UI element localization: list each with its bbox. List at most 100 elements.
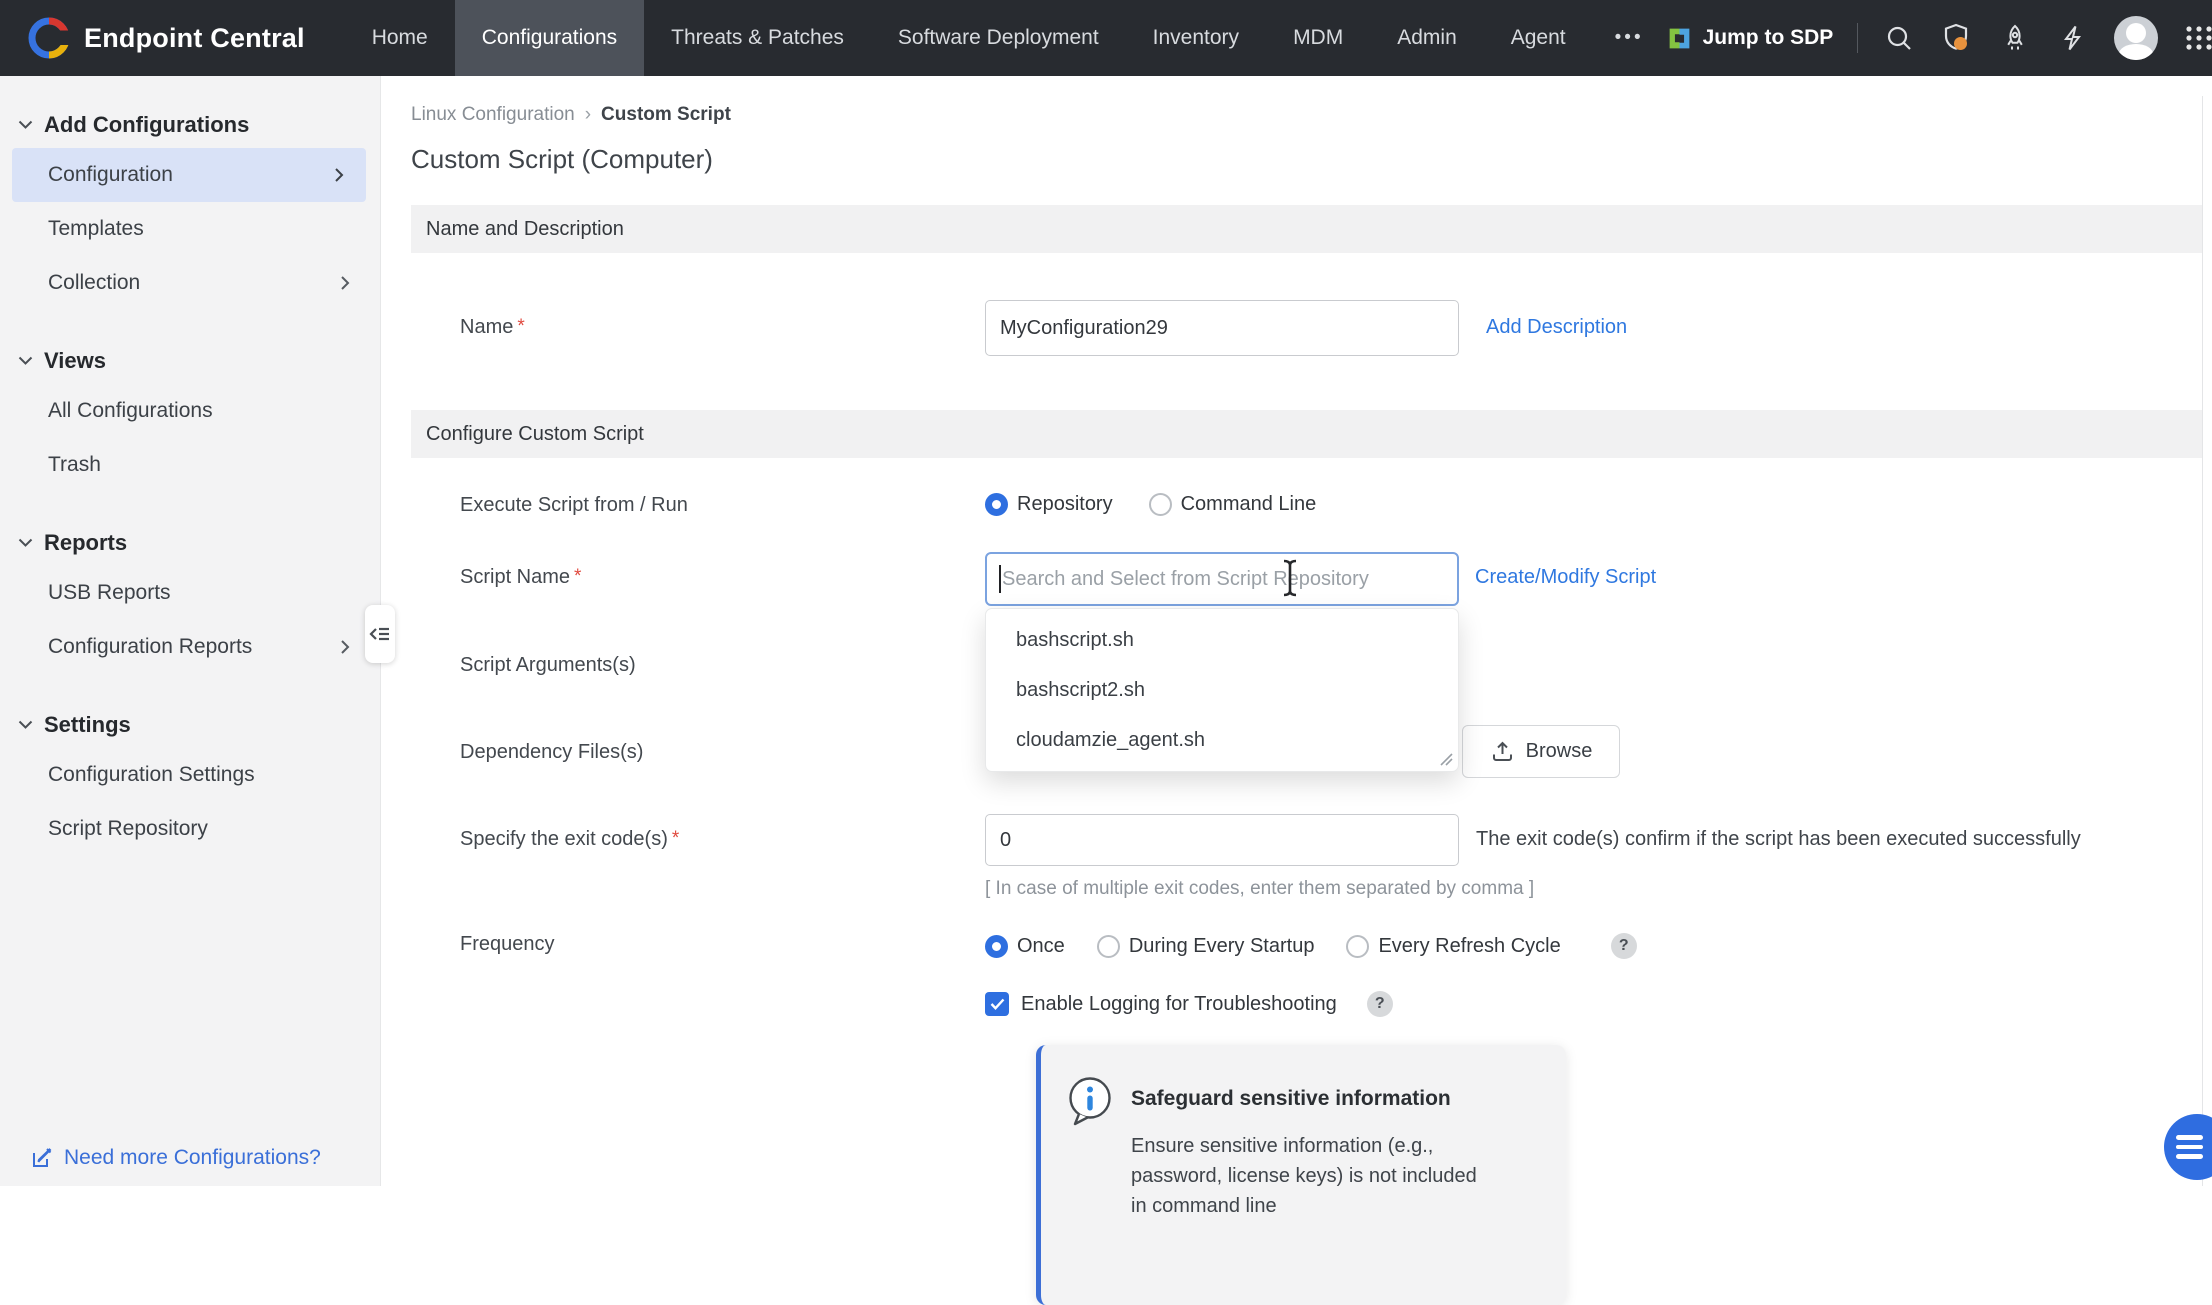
exit-code-label: Specify the exit code(s)* <box>460 828 679 851</box>
name-field[interactable] <box>985 300 1459 356</box>
sidebar-item-configuration[interactable]: Configuration <box>12 148 366 202</box>
ibeam-mouse-cursor <box>1279 558 1301 598</box>
sidebar-item-collection[interactable]: Collection <box>0 256 380 310</box>
quick-actions-bolt-icon[interactable] <box>2056 21 2090 55</box>
nav-tab-admin[interactable]: Admin <box>1370 0 1484 76</box>
enable-logging-row: Enable Logging for Troubleshooting ? <box>985 991 1393 1017</box>
info-card-title: Safeguard sensitive information <box>1131 1087 1493 1111</box>
enable-logging-label: Enable Logging for Troubleshooting <box>1021 993 1337 1016</box>
nav-tab-inventory[interactable]: Inventory <box>1126 0 1266 76</box>
radio-unselected-icon <box>1097 935 1120 958</box>
sidebar-item-configuration-settings[interactable]: Configuration Settings <box>0 748 380 802</box>
user-avatar[interactable] <box>2114 16 2158 60</box>
frequency-options: Once During Every Startup Every Refresh … <box>985 933 1637 959</box>
info-card-body: Ensure sensitive information (e.g., pass… <box>1131 1131 1493 1221</box>
apps-grid-icon[interactable] <box>2182 21 2212 55</box>
radio-repository[interactable]: Repository <box>985 493 1113 516</box>
chevron-right-icon <box>340 275 350 291</box>
main-content: Linux Configuration › Custom Script Cust… <box>381 76 2212 1186</box>
nav-tab-agent[interactable]: Agent <box>1484 0 1593 76</box>
top-navbar: Endpoint Central Home Configurations Thr… <box>0 0 2212 76</box>
required-mark: * <box>574 566 581 587</box>
frequency-label: Frequency <box>460 933 555 956</box>
add-description-link[interactable]: Add Description <box>1486 316 1627 339</box>
nav-tab-home[interactable]: Home <box>345 0 455 76</box>
page-title: Custom Script (Computer) <box>411 144 713 175</box>
sdp-icon <box>1666 25 1693 52</box>
exit-code-helper-text: The exit code(s) confirm if the script h… <box>1476 828 2081 851</box>
left-sidebar: Add Configurations Configuration Templat… <box>0 76 381 1186</box>
required-mark: * <box>672 828 679 849</box>
required-mark: * <box>517 316 524 337</box>
info-bubble-icon <box>1065 1075 1115 1281</box>
navbar-actions: Jump to SDP <box>1666 16 2212 60</box>
radio-unselected-icon <box>1149 493 1172 516</box>
sidebar-item-all-configurations[interactable]: All Configurations <box>0 384 380 438</box>
nav-tab-mdm[interactable]: MDM <box>1266 0 1370 76</box>
sidebar-group-reports[interactable]: Reports <box>0 520 380 566</box>
exit-code-hint-text: [ In case of multiple exit codes, enter … <box>985 878 1534 900</box>
brand[interactable]: Endpoint Central <box>28 17 305 59</box>
breadcrumb-linux-configuration[interactable]: Linux Configuration <box>411 104 575 126</box>
sidebar-item-trash[interactable]: Trash <box>0 438 380 492</box>
nav-tab-threats-patches[interactable]: Threats & Patches <box>644 0 871 76</box>
dropdown-option-cloudamzie-agent[interactable]: cloudamzie_agent.sh <box>986 715 1458 765</box>
exit-code-field[interactable] <box>985 814 1459 866</box>
sidebar-item-usb-reports[interactable]: USB Reports <box>0 566 380 620</box>
radio-once[interactable]: Once <box>985 935 1065 958</box>
frequency-help-icon[interactable]: ? <box>1611 933 1637 959</box>
script-arguments-label: Script Arguments(s) <box>460 654 636 677</box>
collapse-sidebar-icon <box>369 624 391 644</box>
sidebar-item-configuration-reports[interactable]: Configuration Reports <box>0 620 380 674</box>
chevron-down-icon <box>18 120 33 130</box>
enable-logging-checkbox[interactable] <box>985 992 1009 1016</box>
nav-more-menu[interactable]: ••• <box>1593 0 1666 76</box>
script-name-label: Script Name* <box>460 566 581 589</box>
section-configure-custom-script: Configure Custom Script <box>411 410 2202 458</box>
breadcrumb-separator: › <box>585 104 591 126</box>
whats-new-rocket-icon[interactable] <box>1998 21 2032 55</box>
radio-command-line[interactable]: Command Line <box>1149 493 1317 516</box>
edit-pencil-icon <box>30 1146 54 1170</box>
logging-help-icon[interactable]: ? <box>1367 991 1393 1017</box>
chevron-right-icon <box>334 167 344 183</box>
sidebar-item-templates[interactable]: Templates <box>0 202 380 256</box>
dropdown-resize-handle[interactable] <box>1439 752 1453 766</box>
name-label: Name* <box>460 316 525 339</box>
need-more-configurations-link[interactable]: Need more Configurations? <box>30 1146 321 1170</box>
sidebar-group-settings[interactable]: Settings <box>0 702 380 748</box>
radio-every-refresh-cycle[interactable]: Every Refresh Cycle <box>1346 935 1560 958</box>
radio-unselected-icon <box>1346 935 1369 958</box>
dropdown-option-bashscript[interactable]: bashscript.sh <box>986 615 1458 665</box>
breadcrumb: Linux Configuration › Custom Script <box>411 104 731 126</box>
text-caret <box>999 565 1001 593</box>
sidebar-collapse-handle[interactable] <box>365 605 395 663</box>
sidebar-group-add-configurations[interactable]: Add Configurations <box>0 102 380 148</box>
script-repository-dropdown: bashscript.sh bashscript2.sh cloudamzie_… <box>985 608 1459 772</box>
jump-to-sdp-button[interactable]: Jump to SDP <box>1666 25 1834 52</box>
nav-tab-software-deployment[interactable]: Software Deployment <box>871 0 1126 76</box>
nav-tab-configurations[interactable]: Configurations <box>455 0 644 76</box>
brand-title: Endpoint Central <box>84 23 305 54</box>
main-nav: Home Configurations Threats & Patches So… <box>345 0 1666 76</box>
script-name-search-input[interactable] <box>985 552 1459 606</box>
chevron-down-icon <box>18 356 33 366</box>
navbar-divider <box>1857 23 1858 53</box>
radio-selected-icon <box>985 493 1008 516</box>
chevron-down-icon <box>18 720 33 730</box>
browse-button[interactable]: Browse <box>1462 725 1620 778</box>
checkmark-icon <box>990 998 1005 1010</box>
section-name-and-description: Name and Description <box>411 205 2202 253</box>
sidebar-item-script-repository[interactable]: Script Repository <box>0 802 380 856</box>
safeguard-info-card: Safeguard sensitive information Ensure s… <box>1036 1045 1566 1305</box>
create-modify-script-link[interactable]: Create/Modify Script <box>1475 566 1656 589</box>
security-shield-icon[interactable] <box>1940 21 1974 55</box>
sidebar-group-views[interactable]: Views <box>0 338 380 384</box>
radio-during-every-startup[interactable]: During Every Startup <box>1097 935 1315 958</box>
upload-icon <box>1490 739 1515 764</box>
breadcrumb-custom-script: Custom Script <box>601 104 731 126</box>
info-card-content: Safeguard sensitive information Ensure s… <box>1131 1075 1493 1281</box>
sdp-label: Jump to SDP <box>1703 26 1834 50</box>
search-icon[interactable] <box>1882 21 1916 55</box>
dropdown-option-bashscript2[interactable]: bashscript2.sh <box>986 665 1458 715</box>
